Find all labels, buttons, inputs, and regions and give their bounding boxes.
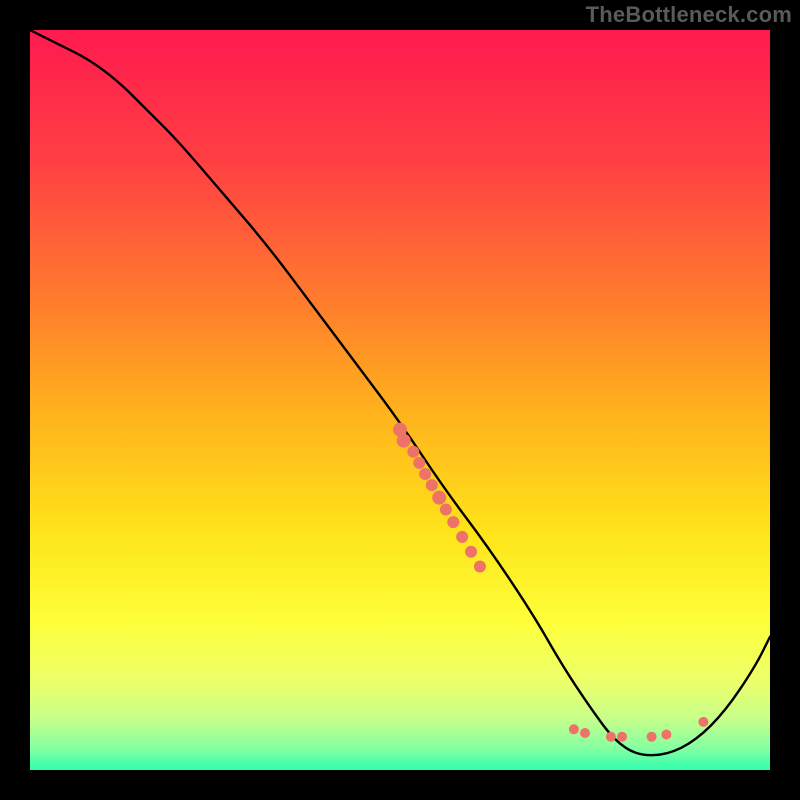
scatter-point	[413, 457, 425, 469]
scatter-point	[465, 546, 477, 558]
chart-frame: TheBottleneck.com	[0, 0, 800, 800]
watermark-label: TheBottleneck.com	[586, 2, 792, 28]
scatter-point	[419, 468, 431, 480]
scatter-point	[456, 531, 468, 543]
plot-background	[30, 30, 770, 770]
scatter-point	[606, 732, 616, 742]
scatter-point	[397, 434, 411, 448]
scatter-point	[580, 728, 590, 738]
scatter-point	[407, 446, 419, 458]
scatter-point	[432, 491, 446, 505]
scatter-point	[447, 516, 459, 528]
scatter-point	[647, 732, 657, 742]
scatter-point	[440, 504, 452, 516]
scatter-point	[617, 732, 627, 742]
scatter-point	[569, 724, 579, 734]
plot-svg	[30, 30, 770, 770]
scatter-point	[426, 479, 438, 491]
plot-area	[30, 30, 770, 770]
scatter-point	[661, 729, 671, 739]
scatter-point	[474, 561, 486, 573]
scatter-point	[698, 717, 708, 727]
